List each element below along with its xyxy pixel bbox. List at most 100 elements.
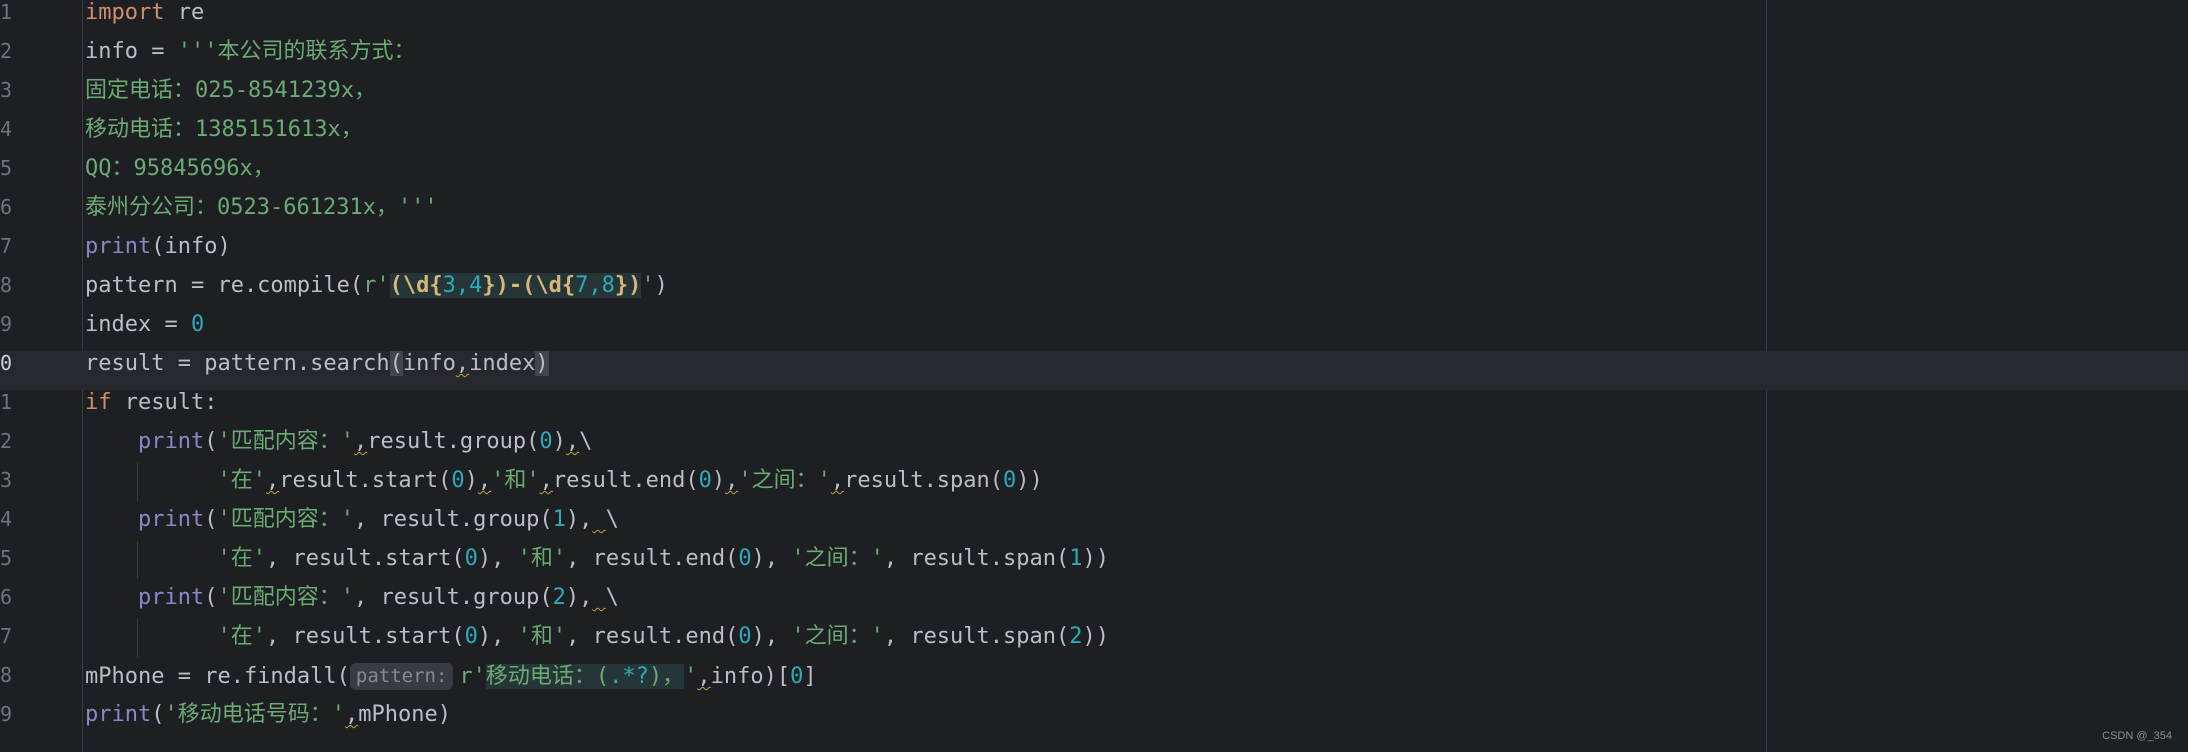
code-text[interactable]: print('匹配内容：',result.group(0),\ xyxy=(85,429,592,468)
line-number: 8 xyxy=(0,663,12,687)
line-number: 1 xyxy=(0,390,12,414)
code-text[interactable]: mPhone = re.findall(pattern: r'移动电话：(.*?)… xyxy=(85,663,817,702)
code-line[interactable]: 4 print('匹配内容：', result.group(1), \ xyxy=(0,507,2188,546)
token: import xyxy=(85,0,165,25)
token: '之间：' xyxy=(791,546,884,571)
matched-paren: ( xyxy=(389,351,403,376)
indent-guide xyxy=(137,541,138,579)
token: 4 xyxy=(469,273,483,298)
code-text[interactable]: info = '''本公司的联系方式： xyxy=(85,39,415,78)
code-text[interactable]: index = 0 xyxy=(85,312,204,351)
token: result = pattern.search xyxy=(85,351,390,376)
token: )) xyxy=(1082,624,1110,649)
token: 0 xyxy=(738,624,752,649)
token: .*? xyxy=(609,664,649,689)
token: info)[ xyxy=(710,664,791,689)
code-text[interactable]: print('匹配内容：', result.group(1), \ xyxy=(85,507,619,546)
parameter-hint: pattern: xyxy=(349,663,454,690)
line-number: 0 xyxy=(0,351,12,375)
code-line[interactable]: 6 泰州分公司：0523-661231x，''' xyxy=(0,195,2188,234)
code-text[interactable]: '在',result.start(0),'和',result.end(0),'之… xyxy=(85,468,1043,507)
token: '匹配内容：' xyxy=(217,585,354,610)
code-line[interactable]: 8 mPhone = re.findall(pattern: r'移动电话：(.*… xyxy=(0,663,2188,702)
token: '在' xyxy=(217,624,266,649)
code-text[interactable]: result = pattern.search(info,index) xyxy=(85,351,549,390)
code-line[interactable]: 3 固定电话：025-8541239x， xyxy=(0,78,2188,117)
line-number: 5 xyxy=(0,546,12,570)
line-number: 2 xyxy=(0,429,12,453)
code-line[interactable]: 5 '在', result.start(0), '和', result.end(… xyxy=(0,546,2188,585)
token: 泰州分公司：0523-661231x，''' xyxy=(85,195,438,220)
token: , xyxy=(344,702,359,727)
token: print xyxy=(137,585,205,610)
code-text[interactable]: 移动电话：1385151613x， xyxy=(85,117,363,156)
token: info = xyxy=(85,39,178,64)
token: ' xyxy=(641,273,655,298)
code-line[interactable]: 9 index = 0 xyxy=(0,312,2188,351)
line-number: 7 xyxy=(0,234,12,258)
token: '''本公司的联系方式： xyxy=(177,39,416,64)
code-line[interactable]: 2 print('匹配内容：',result.group(0),\ xyxy=(0,429,2188,468)
token: ), xyxy=(751,624,792,649)
token: \d xyxy=(535,273,562,298)
line-number: 4 xyxy=(0,117,12,141)
code-line[interactable]: 7 print(info) xyxy=(0,234,2188,273)
line-number: 2 xyxy=(0,39,12,63)
indent-guide xyxy=(137,463,138,501)
token: info xyxy=(402,351,456,376)
code-line[interactable]: 5 QQ：95845696x， xyxy=(0,156,2188,195)
code-text[interactable]: print('移动电话号码：',mPhone) xyxy=(85,702,451,741)
code-line[interactable]: 8 pattern = re.compile(r'(\d{3,4})-(\d{7… xyxy=(0,273,2188,312)
token: , result.end( xyxy=(566,546,739,571)
code-text[interactable]: print(info) xyxy=(85,234,231,273)
code-text[interactable]: '在', result.start(0), '和', result.end(0)… xyxy=(85,624,1109,663)
token: (info) xyxy=(151,234,231,259)
code-line[interactable]: 6 print('匹配内容：', result.group(2), \ xyxy=(0,585,2188,624)
token: result.group( xyxy=(367,429,540,454)
token: )) xyxy=(1016,468,1043,493)
code-line[interactable]: 1 if result: xyxy=(0,390,2188,429)
token: \ xyxy=(605,585,619,610)
code-text[interactable]: import re xyxy=(85,0,204,39)
token: result: xyxy=(111,390,218,415)
code-text[interactable]: 固定电话：025-8541239x， xyxy=(85,78,376,117)
token: 2 xyxy=(1069,624,1083,649)
token: print xyxy=(85,702,152,727)
code-text[interactable]: if result: xyxy=(85,390,217,429)
token: '在' xyxy=(217,546,266,571)
code-text[interactable]: '在', result.start(0), '和', result.end(0)… xyxy=(85,546,1109,585)
code-line[interactable]: 9 print('移动电话号码：',mPhone) xyxy=(0,702,2188,741)
code-line[interactable]: 7 '在', result.start(0), '和', result.end(… xyxy=(0,624,2188,663)
token: , xyxy=(588,273,602,298)
code-text[interactable]: 泰州分公司：0523-661231x，''' xyxy=(85,195,438,234)
token: 7 xyxy=(575,273,589,298)
code-line[interactable]: 2 info = '''本公司的联系方式： xyxy=(0,39,2188,78)
code-text[interactable]: print('匹配内容：', result.group(2), \ xyxy=(85,585,619,624)
token: 移动电话：( xyxy=(485,664,610,689)
token: , result.group( xyxy=(353,507,553,532)
token: index xyxy=(469,351,536,376)
code-line[interactable]: 1 import re xyxy=(0,0,2188,39)
token: mPhone) xyxy=(358,702,451,727)
token: , result.group( xyxy=(353,585,553,610)
token: print xyxy=(85,234,152,259)
code-text[interactable]: pattern = re.compile(r'(\d{3,4})-(\d{7,8… xyxy=(85,273,668,312)
token: { xyxy=(561,273,576,298)
token: , xyxy=(353,429,368,454)
code-line-current[interactable]: 0 result = pattern.search(info,index) xyxy=(0,351,2188,390)
token: ), xyxy=(751,546,792,571)
code-line[interactable]: 3 '在',result.start(0),'和',result.end(0),… xyxy=(0,468,2188,507)
line-number: 9 xyxy=(0,312,12,336)
token: result.end( xyxy=(552,468,699,493)
code-text[interactable]: QQ：95845696x， xyxy=(85,156,275,195)
token: 2 xyxy=(552,585,566,610)
token: '和' xyxy=(517,546,567,571)
token: 0 xyxy=(738,546,752,571)
code-editor[interactable]: 1 import re 2 info = '''本公司的联系方式： 3 固定电话… xyxy=(0,0,2188,752)
code-line[interactable]: 4 移动电话：1385151613x， xyxy=(0,117,2188,156)
